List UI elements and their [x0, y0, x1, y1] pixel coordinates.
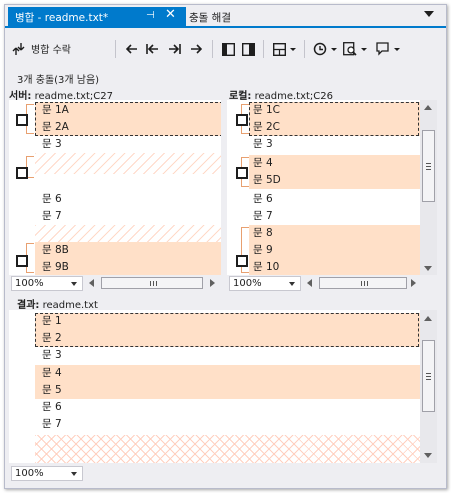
toolbar-separator — [263, 40, 264, 58]
vertical-scroll-thumb[interactable] — [422, 340, 435, 412]
prev-change-icon[interactable] — [125, 42, 139, 56]
list-item — [35, 153, 221, 174]
tab-merge-readme[interactable]: 병합 - readme.txt* ⊣ ✕ — [8, 7, 186, 26]
scroll-right-icon[interactable] — [210, 279, 215, 287]
accept-server-checkbox[interactable] — [16, 255, 28, 267]
list-item[interactable]: 문 10 — [249, 259, 420, 275]
chevron-down-icon — [289, 282, 295, 286]
list-item[interactable]: 문 9 — [249, 242, 420, 259]
toolbar-separator — [115, 40, 116, 58]
tab-merge-label: 병합 - readme.txt* — [15, 12, 109, 24]
tab-list-dropdown-icon[interactable] — [424, 11, 434, 17]
vertical-layout-icon[interactable] — [221, 42, 235, 56]
server-horizontal-scrollbar: 100% — [9, 275, 221, 292]
scroll-down-icon[interactable] — [424, 453, 432, 458]
accept-merge-icon[interactable] — [11, 42, 25, 56]
pin-icon[interactable]: ⊣ — [146, 10, 155, 21]
chevron-down-icon — [71, 472, 77, 476]
server-pane-header: 서버: readme.txt;C27 — [9, 87, 221, 102]
list-item[interactable]: 문 9B — [35, 259, 221, 275]
list-item[interactable]: 문 7 — [249, 208, 420, 225]
accept-local-checkbox[interactable] — [236, 167, 248, 179]
result-pane[interactable]: 문 1 문 2 문 3 문 4 문 5 문 6 문 7 — [9, 310, 420, 463]
scroll-up-icon[interactable] — [424, 316, 432, 321]
layout-menu-icon[interactable] — [273, 42, 297, 56]
list-item[interactable]: 문 4 — [35, 365, 420, 382]
accept-server-checkbox[interactable] — [16, 167, 28, 179]
accept-local-checkbox[interactable] — [236, 255, 248, 267]
unresolved-conflict-region — [35, 435, 420, 463]
horizontal-layout-icon[interactable] — [241, 42, 255, 56]
current-conflict-outline — [35, 313, 419, 347]
history-icon[interactable] — [313, 42, 339, 56]
list-item[interactable]: 문 5 — [35, 382, 420, 399]
accept-merge-button[interactable]: 병합 수락 — [31, 41, 71, 56]
current-conflict-outline — [249, 102, 419, 136]
result-horizontal-scrollbar: 100% — [9, 465, 109, 482]
horizontal-scroll-thumb[interactable] — [319, 277, 407, 289]
scroll-down-icon[interactable] — [424, 266, 432, 271]
local-pane-header: 로컬: readme.txt;C26 — [229, 87, 441, 102]
list-item — [35, 225, 221, 242]
result-vertical-scrollbar[interactable] — [420, 310, 437, 463]
conflict-count-label: 3개 충돌(3개 남음) — [17, 75, 100, 86]
accept-server-checkbox[interactable] — [16, 114, 28, 126]
scroll-right-icon[interactable] — [411, 279, 416, 287]
local-horizontal-scrollbar: 100% — [227, 275, 420, 292]
result-zoom-select[interactable]: 100% — [11, 466, 83, 481]
last-conflict-icon[interactable] — [167, 42, 181, 56]
list-item[interactable]: 문 3 — [249, 136, 420, 153]
vertical-scroll-thumb[interactable] — [422, 130, 435, 202]
tab-resolve-conflicts[interactable]: 충돌 해결 — [189, 10, 231, 25]
scroll-left-icon[interactable] — [307, 279, 312, 287]
accept-local-checkbox[interactable] — [236, 114, 248, 126]
server-zoom-select[interactable]: 100% — [11, 276, 83, 291]
list-item[interactable]: 문 6 — [249, 191, 420, 208]
local-pane[interactable]: 문 1C 문 2C 문 3 문 4 문 5D 문 6 문 7 문 8 문 9 문… — [227, 100, 420, 275]
toolbar: 병합 수락 — [5, 30, 446, 66]
first-conflict-icon[interactable] — [145, 42, 159, 56]
comment-icon[interactable] — [376, 42, 402, 56]
list-item[interactable]: 문 6 — [35, 399, 420, 416]
list-item[interactable]: 문 4 — [249, 155, 420, 172]
horizontal-scroll-thumb[interactable] — [101, 277, 203, 289]
merge-window: 병합 - readme.txt* ⊣ ✕ 충돌 해결 병합 수락 3개 충돌(3… — [4, 4, 447, 489]
scroll-up-icon[interactable] — [424, 105, 432, 110]
compare-icon[interactable] — [343, 42, 369, 56]
list-item[interactable]: 문 6 — [35, 191, 221, 208]
chevron-down-icon — [71, 282, 77, 286]
list-item[interactable]: 문 5D — [249, 172, 420, 189]
toolbar-separator — [304, 40, 305, 58]
local-vertical-scrollbar[interactable] — [420, 100, 437, 275]
list-item[interactable]: 문 3 — [35, 136, 221, 153]
result-pane-header: 결과: readme.txt — [17, 296, 437, 311]
local-zoom-select[interactable]: 100% — [229, 276, 301, 291]
close-icon[interactable]: ✕ — [165, 8, 176, 22]
next-change-icon[interactable] — [189, 42, 203, 56]
scroll-left-icon[interactable] — [89, 279, 94, 287]
toolbar-separator — [212, 40, 213, 58]
list-item[interactable]: 문 8 — [249, 225, 420, 242]
tab-bar: 병합 - readme.txt* ⊣ ✕ 충돌 해결 — [5, 5, 446, 28]
list-item[interactable]: 문 7 — [35, 416, 420, 433]
list-item[interactable]: 문 8B — [35, 242, 221, 259]
list-item[interactable]: 문 3 — [35, 347, 420, 364]
server-pane[interactable]: 문 1A 문 2A 문 3 문 6 문 7 문 8B 문 9B — [9, 100, 221, 275]
current-conflict-outline — [35, 102, 221, 136]
list-item[interactable]: 문 7 — [35, 208, 221, 225]
